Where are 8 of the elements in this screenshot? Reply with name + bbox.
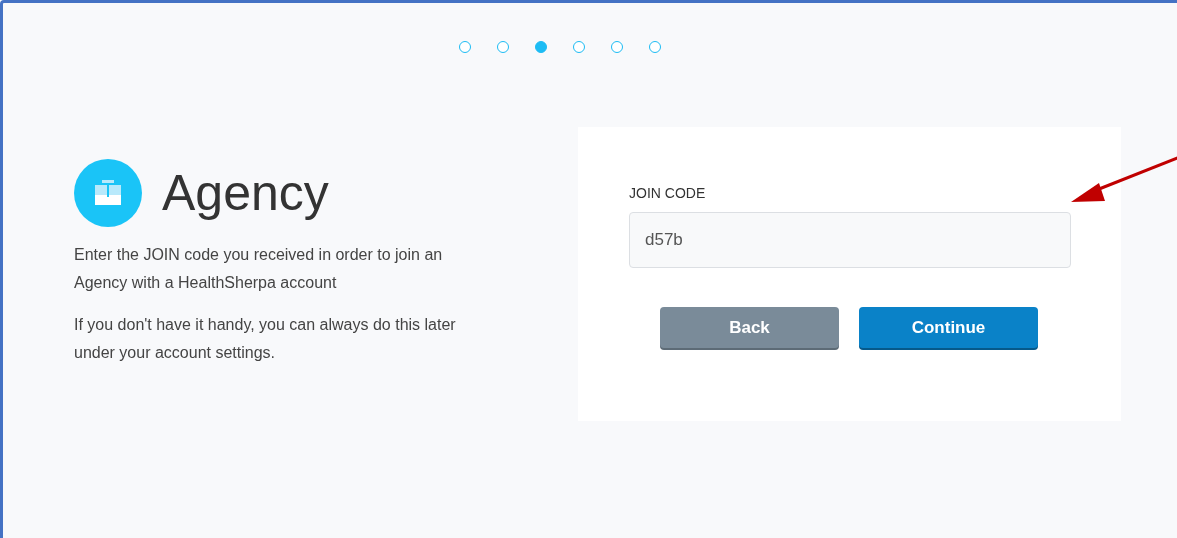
briefcase-icon [74,159,142,227]
page-title: Agency [162,168,329,218]
join-code-field[interactable]: d57b [629,212,1071,268]
description-text: Enter the JOIN code you received in order to join an Agency with a HealthSherpa account [74,245,444,293]
field-label: JOIN CODE [629,184,707,203]
back-button[interactable]: Back [660,307,839,348]
continue-button[interactable]: Continue [859,307,1038,348]
description-text: If you don't have it handy, you can always do this later under your account settings. [74,315,457,363]
